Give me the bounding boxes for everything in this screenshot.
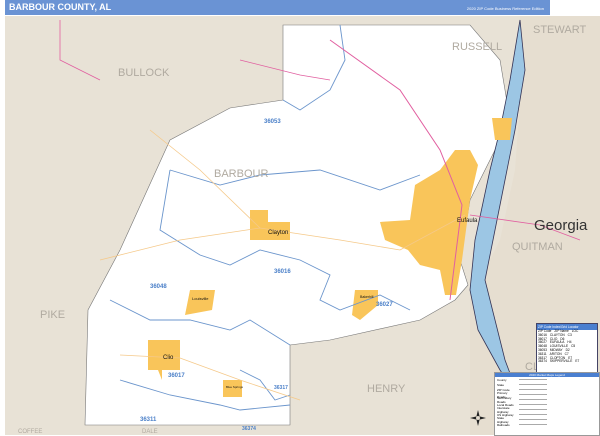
county-label: PIKE <box>40 309 65 321</box>
legend-swatch <box>519 399 547 400</box>
index-cell: 36374 <box>538 359 547 364</box>
legend-label: County <box>497 377 507 382</box>
zip-label: 36311 <box>140 417 157 423</box>
index-cell: SKIPPERVILLE <box>549 359 573 364</box>
zip-label: 36374 <box>242 426 256 432</box>
legend-swatch <box>519 419 547 420</box>
legend-swatch <box>519 394 547 395</box>
zip-label: 36017 <box>168 373 185 379</box>
legend-label: State <box>497 382 505 387</box>
county-label: BARBOUR <box>214 168 268 180</box>
logo <box>552 0 600 15</box>
county-label: STEWART <box>533 24 586 36</box>
legend-swatch <box>519 404 547 405</box>
zip-label: 36053 <box>264 119 281 125</box>
state-label: Georgia <box>534 217 588 234</box>
county-label: HENRY <box>367 383 406 395</box>
index-cell: E7 <box>575 359 580 364</box>
legend-swatch <box>519 424 547 425</box>
legend-swatch <box>519 389 547 390</box>
town-label: Bakerhill <box>360 295 374 299</box>
col-header: LOC <box>571 329 579 333</box>
county-label: BULLOCK <box>118 67 170 79</box>
town-label: Clio <box>163 355 174 361</box>
index-row: 36374 SKIPPERVILLE E7 <box>537 360 597 364</box>
city-area <box>492 118 512 140</box>
index-cell: C3 <box>567 332 572 337</box>
county-label: DALE <box>142 429 158 435</box>
town-label: Eufaula <box>457 218 478 224</box>
county-label: COFFEE <box>18 429 42 435</box>
index-cell: C5 <box>571 344 576 349</box>
town-label: Clayton <box>268 230 288 236</box>
zip-label: 36317 <box>274 385 288 391</box>
legend-swatch <box>519 414 547 415</box>
county-label: RUSSELL <box>452 41 502 53</box>
legend-label: Railroads <box>497 422 510 427</box>
legend-swatch <box>519 379 547 380</box>
legend-swatch <box>519 384 547 385</box>
town-label: Blue Springs <box>226 385 244 389</box>
map-legend: 2020 Market Maps Legend County State ZIP C… <box>494 372 600 436</box>
header-bar: BARBOUR COUNTY, AL 2020 ZIP Code Busines… <box>5 0 550 15</box>
zip-label: 36016 <box>274 269 291 275</box>
legend-swatch <box>519 409 547 410</box>
edition-label: 2020 ZIP Code Business Reference Edition <box>466 6 544 11</box>
map-title: BARBOUR COUNTY, AL <box>9 2 112 12</box>
zip-index-table: ZIP Code Index/Grid Locator ZIP Code ZIP … <box>536 323 598 377</box>
zip-label: 36027 <box>376 302 393 308</box>
county-label: QUITMAN <box>512 241 563 253</box>
town-label: Louisville <box>192 296 209 301</box>
legend-item: Railroads <box>495 422 599 427</box>
zip-label: 36048 <box>150 284 167 290</box>
